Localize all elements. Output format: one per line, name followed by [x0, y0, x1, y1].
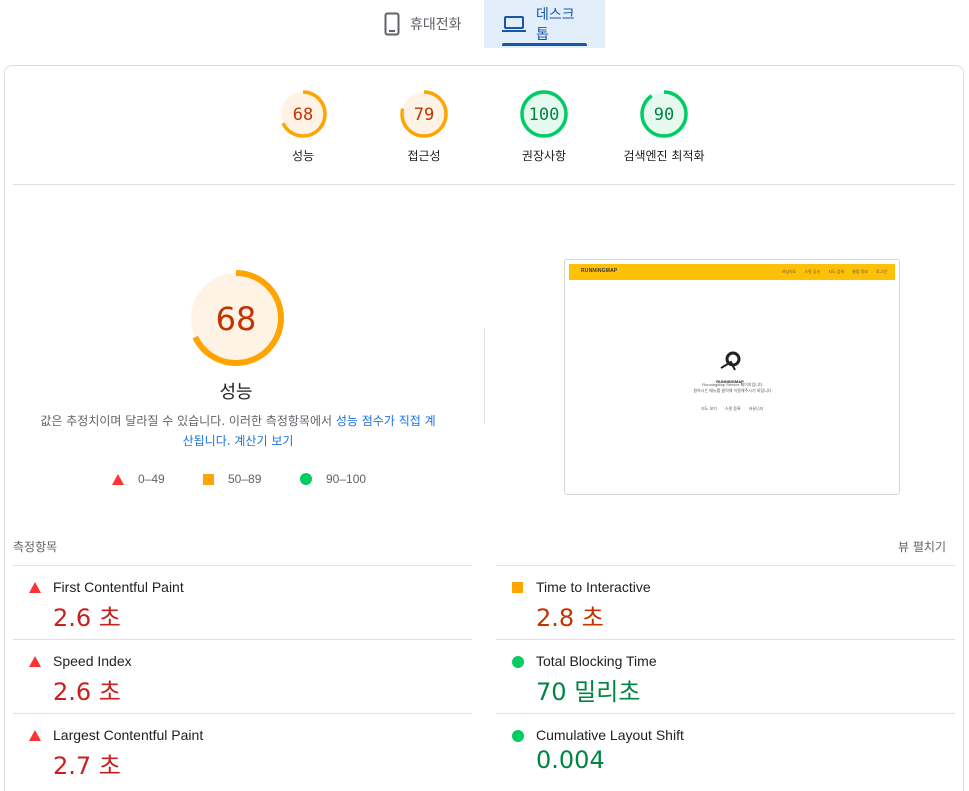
gauge-performance-score: 68: [293, 105, 313, 125]
thumb-runner-logo: RUNNINGMAP: [715, 350, 745, 384]
thumb-nav-item: 지도 검색: [828, 269, 845, 274]
metric-value: 2.8 초: [536, 604, 604, 632]
laptop-icon: [502, 15, 526, 33]
triangle-icon: [29, 730, 41, 741]
gauge-accessibility[interactable]: 79 접근성: [374, 89, 474, 164]
metric-speed-index: Speed Index 2.6 초: [13, 639, 472, 713]
performance-title: 성능: [219, 382, 253, 403]
gauge-best-practices[interactable]: 100 권장사항: [494, 89, 594, 164]
vertical-divider: [484, 328, 485, 424]
thumb-nav-item: 클럽 정보: [852, 269, 868, 274]
triangle-icon: [29, 582, 41, 593]
thumb-link: 커뮤니티: [748, 406, 764, 411]
legend-fail: 0–49: [112, 472, 165, 486]
metric-value: 2.7 초: [53, 752, 121, 780]
circle-icon: [512, 730, 524, 742]
tab-mobile[interactable]: 휴대전화: [366, 0, 484, 48]
gauge-seo-label: 검색엔진 최적화: [623, 149, 705, 163]
circle-icon: [300, 473, 312, 485]
gauge-performance[interactable]: 68 성능: [253, 89, 353, 164]
metric-value: 0.004: [536, 746, 605, 774]
gauge-seo[interactable]: 90 검색엔진 최적화: [614, 89, 714, 164]
tab-desktop-label: 데스크톱: [536, 6, 575, 42]
phone-icon: [384, 12, 400, 36]
performance-score: 68: [216, 300, 257, 338]
metric-label: Cumulative Layout Shift: [536, 727, 684, 743]
tab-mobile-label: 휴대전화: [410, 16, 462, 32]
circle-icon: [512, 656, 524, 668]
thumb-link: 지도 보기: [701, 406, 717, 411]
metric-label: Largest Contentful Paint: [53, 727, 204, 743]
thumb-logo: RUNNINGMAP: [581, 268, 618, 274]
legend-pass-label: 90–100: [326, 472, 367, 486]
metric-lcp: Largest Contentful Paint 2.7 초: [13, 713, 472, 787]
gauge-seo-score: 90: [654, 105, 674, 125]
metric-label: Time to Interactive: [536, 579, 651, 595]
performance-description-text: 값은 추정치이며 달라질 수 있습니다. 이러한 측정항목에서: [40, 414, 336, 428]
legend-average-label: 50–89: [228, 472, 262, 486]
metric-cls: Cumulative Layout Shift 0.004: [496, 713, 955, 787]
page-screenshot: RUNNINGMAP 러닝지도 스팟 공유 지도 검색 클럽 정보 로그인 RU…: [564, 259, 900, 495]
square-icon: [512, 582, 523, 593]
metrics-title: 측정항목: [13, 540, 58, 554]
legend-fail-label: 0–49: [138, 472, 165, 486]
triangle-icon: [112, 473, 124, 485]
thumb-link: 스팟 등록: [724, 406, 741, 411]
thumb-nav-item: 스팟 공유: [804, 269, 821, 274]
metric-value: 2.6 초: [53, 604, 121, 632]
thumb-nav-item: 러닝지도: [781, 269, 797, 274]
expand-view-button[interactable]: 뷰 펼치기: [898, 538, 946, 555]
thumb-header: RUNNINGMAP 러닝지도 스팟 공유 지도 검색 클럽 정보 로그인: [569, 264, 895, 280]
divider: [13, 184, 955, 185]
gauge-accessibility-label: 접근성: [407, 149, 441, 163]
thumb-links: 지도 보기 스팟 등록 커뮤니티: [701, 406, 763, 412]
calculator-link[interactable]: 계산기 보기: [234, 434, 293, 448]
gauge-best-practices-label: 권장사항: [521, 149, 567, 163]
gauge-accessibility-score: 79: [414, 105, 434, 125]
gauge-best-practices-score: 100: [529, 105, 560, 125]
metric-label: Total Blocking Time: [536, 653, 657, 669]
metric-value: 2.6 초: [53, 678, 121, 706]
score-legend: 0–49 50–89 90–100: [110, 472, 380, 488]
metric-fcp: First Contentful Paint 2.6 초: [13, 565, 472, 639]
active-tab-indicator: [502, 43, 587, 46]
metric-tbt: Total Blocking Time 70 밀리초: [496, 639, 955, 713]
thumb-center-text: RunningMap Service 페이지입니다. 원하시는 메뉴를 클릭해 …: [683, 382, 783, 394]
thumb-nav-item: 로그인: [875, 269, 887, 274]
metric-label: Speed Index: [53, 653, 132, 669]
legend-average: 50–89: [203, 472, 261, 486]
metric-value: 70 밀리초: [536, 678, 641, 706]
triangle-icon: [29, 656, 41, 667]
gauge-performance-label: 성능: [291, 149, 315, 163]
tab-desktop[interactable]: 데스크톱: [484, 0, 605, 48]
performance-description: 값은 추정치이며 달라질 수 있습니다. 이러한 측정항목에서 성능 점수가 직…: [38, 411, 438, 451]
thumb-line: 원하시는 메뉴를 클릭해 이용해주시기 바랍니다.: [693, 388, 773, 393]
legend-pass: 90–100: [300, 472, 366, 486]
device-tabs: 휴대전화 데스크톱: [0, 0, 969, 48]
metric-label: First Contentful Paint: [53, 579, 184, 595]
metric-tti: Time to Interactive 2.8 초: [496, 565, 955, 639]
performance-gauge: 68: [186, 268, 286, 368]
thumb-nav: 러닝지도 스팟 공유 지도 검색 클럽 정보 로그인: [782, 269, 887, 275]
square-icon: [203, 473, 214, 485]
